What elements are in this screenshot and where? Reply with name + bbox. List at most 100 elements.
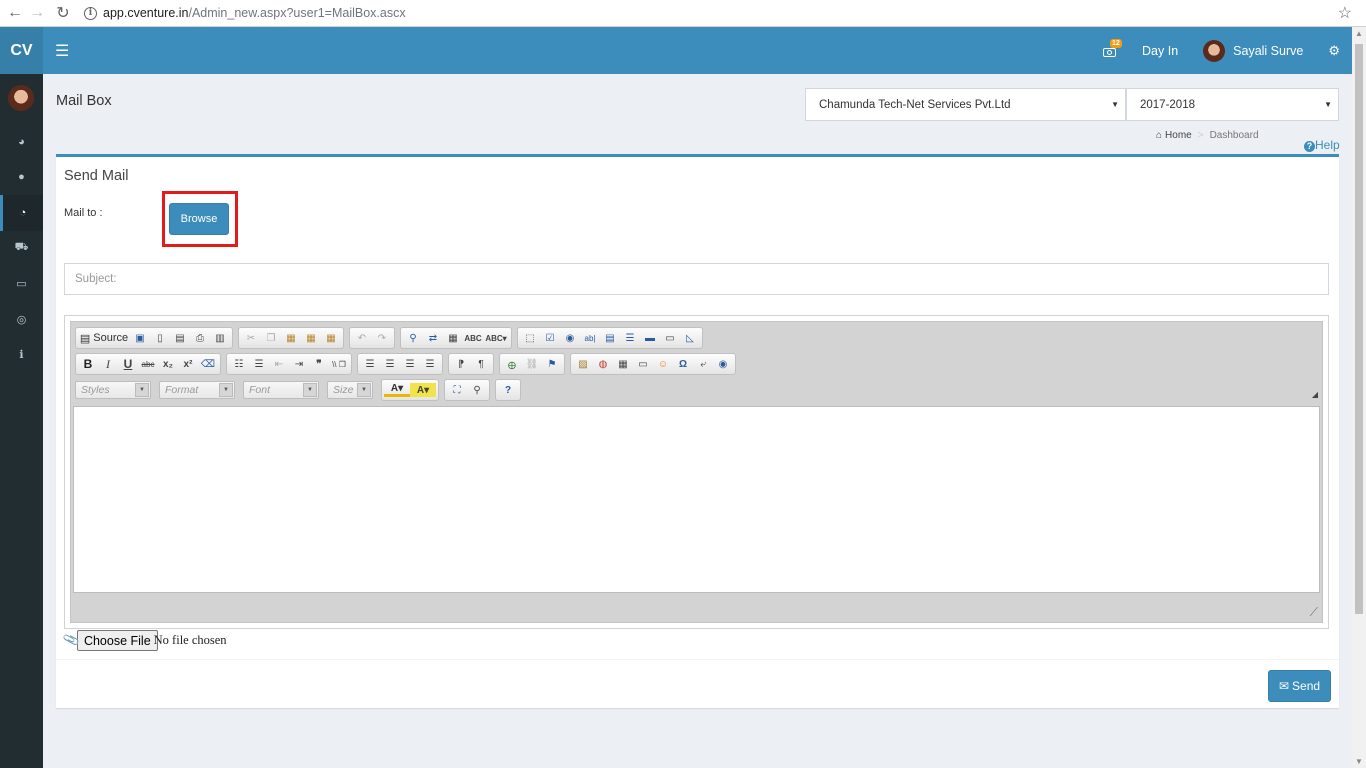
scroll-up-icon[interactable]: ▲ <box>1355 29 1363 38</box>
help-link[interactable]: ? Help <box>1304 138 1340 152</box>
paste-text-icon[interactable]: ▦ <box>301 329 321 347</box>
replace-icon[interactable]: ⇄ <box>423 329 443 347</box>
textfield-icon[interactable]: ab| <box>580 329 600 347</box>
justify-icon[interactable]: ☰ <box>420 355 440 373</box>
find-icon[interactable]: ⚲ <box>403 329 423 347</box>
bulleted-list-icon[interactable]: ☰ <box>249 355 269 373</box>
reload-icon[interactable]: ↻ <box>52 2 74 24</box>
styles-combo[interactable]: Styles ▼ <box>75 381 151 399</box>
collapse-toolbar-icon[interactable]: ◢ <box>1312 390 1318 399</box>
back-arrow-icon[interactable]: ← <box>4 2 26 24</box>
image-button-icon[interactable]: ▭ <box>660 329 680 347</box>
new-page-icon[interactable]: ▯ <box>150 329 170 347</box>
redo-icon[interactable]: ↷ <box>372 329 392 347</box>
company-select[interactable]: Chamunda Tech-Net Services Pvt.Ltd ▼ <box>805 88 1126 121</box>
rtl-icon[interactable]: ¶ <box>471 355 491 373</box>
templates-icon[interactable]: ▥ <box>210 329 230 347</box>
checkbox-icon[interactable]: ☑ <box>540 329 560 347</box>
credit-card-icon[interactable]: ▭ <box>0 266 43 302</box>
iframe-globe-icon[interactable]: ◉ <box>713 355 733 373</box>
maximize-icon[interactable]: ⛶ <box>447 381 467 399</box>
user-name[interactable]: Sayali Surve <box>1233 44 1303 58</box>
about-help-icon[interactable]: ? <box>498 381 518 399</box>
paste-word-icon[interactable]: ▦ <box>321 329 341 347</box>
day-in-link[interactable]: Day In <box>1142 44 1178 58</box>
support-icon[interactable]: ◎ <box>0 302 43 338</box>
info-icon[interactable]: ℹ <box>0 337 43 373</box>
spellcheck-icon[interactable]: ABC <box>463 329 483 347</box>
smiley-icon[interactable]: ☺ <box>653 355 673 373</box>
image-icon[interactable]: ▨ <box>573 355 593 373</box>
resize-handle-icon[interactable]: ⟋ <box>1310 605 1318 620</box>
undo-icon[interactable]: ↶ <box>352 329 372 347</box>
site-info-icon[interactable]: i <box>84 6 97 20</box>
subject-input[interactable] <box>64 263 1329 295</box>
print-icon[interactable]: ⎙ <box>190 329 210 347</box>
select-field-icon[interactable]: ☰ <box>620 329 640 347</box>
underline-icon[interactable]: U <box>118 355 138 373</box>
send-button[interactable]: ✉ Send <box>1268 670 1331 702</box>
pie-chart-icon[interactable]: ◔ <box>0 195 43 231</box>
browse-button[interactable]: Browse <box>169 203 229 235</box>
textarea-icon[interactable]: ▤ <box>600 329 620 347</box>
copy-icon[interactable]: ❐ <box>261 329 281 347</box>
table-icon[interactable]: ▦ <box>613 355 633 373</box>
horizontal-line-icon[interactable]: ▭ <box>633 355 653 373</box>
cart-icon[interactable]: ⛟ <box>0 231 43 267</box>
cut-icon[interactable]: ✂ <box>241 329 261 347</box>
link-icon[interactable]: 🜨 <box>502 355 522 373</box>
choose-file-button[interactable]: Choose File <box>76 630 158 651</box>
address-bar[interactable]: i app.cventure.in/Admin_new.aspx?user1=M… <box>80 2 1338 24</box>
forward-arrow-icon[interactable]: → <box>26 2 48 24</box>
blockquote-icon[interactable]: ❞ <box>309 355 329 373</box>
indent-icon[interactable]: ⇥ <box>289 355 309 373</box>
user-icon[interactable]: ● <box>0 160 43 196</box>
subscript-icon[interactable]: x₂ <box>158 355 178 373</box>
strikethrough-icon[interactable]: abc <box>138 355 158 373</box>
app-logo[interactable]: CV <box>0 27 43 74</box>
radio-icon[interactable]: ◉ <box>560 329 580 347</box>
breadcrumb-home[interactable]: Home <box>1165 130 1192 141</box>
dashboard-icon[interactable]: ◕ <box>0 124 43 160</box>
font-combo[interactable]: Font ▼ <box>243 381 319 399</box>
button-field-icon[interactable]: ▬ <box>640 329 660 347</box>
scroll-down-icon[interactable]: ▼ <box>1355 757 1363 766</box>
align-left-icon[interactable]: ☰ <box>360 355 380 373</box>
menu-toggle-icon[interactable]: ☰ <box>55 41 69 61</box>
flash-icon[interactable]: ◍ <box>593 355 613 373</box>
show-blocks-icon[interactable]: ⚲ <box>467 381 487 399</box>
italic-icon[interactable]: I <box>98 355 118 373</box>
page-break-icon[interactable]: ⤶ <box>693 355 713 373</box>
select-all-icon[interactable]: ▦ <box>443 329 463 347</box>
text-color-icon[interactable]: A▾ <box>384 383 410 397</box>
year-select[interactable]: 2017-2018 ▼ <box>1126 88 1339 121</box>
superscript-icon[interactable]: x² <box>178 355 198 373</box>
preview-icon[interactable]: ▤ <box>170 329 190 347</box>
user-avatar[interactable] <box>1203 39 1226 62</box>
paste-icon[interactable]: ▦ <box>281 329 301 347</box>
bold-icon[interactable]: B <box>78 355 98 373</box>
save-icon[interactable]: ▣ <box>130 329 150 347</box>
special-char-omega-icon[interactable]: Ω <box>673 355 693 373</box>
format-combo[interactable]: Format ▼ <box>159 381 235 399</box>
bookmark-star-icon[interactable]: ☆ <box>1338 3 1352 23</box>
page-scrollbar[interactable]: ▲ ▼ <box>1352 27 1366 768</box>
scrollbar-thumb[interactable] <box>1355 44 1363 614</box>
anchor-flag-icon[interactable]: ⚑ <box>542 355 562 373</box>
ltr-icon[interactable]: ⁋ <box>451 355 471 373</box>
background-color-icon[interactable]: A▾ <box>410 383 436 397</box>
align-center-icon[interactable]: ☰ <box>380 355 400 373</box>
remove-format-icon[interactable]: ⌫ <box>198 355 218 373</box>
editor-content-area[interactable] <box>73 406 1320 593</box>
numbered-list-icon[interactable]: ☷ <box>229 355 249 373</box>
hidden-field-icon[interactable]: ◺ <box>680 329 700 347</box>
source-button[interactable]: ▤ Source <box>78 329 130 347</box>
size-combo[interactable]: Size ▼ <box>327 381 373 399</box>
spellcheck-dropdown-icon[interactable]: ABC▾ <box>483 329 509 347</box>
unlink-icon[interactable]: ⛓ <box>522 355 542 373</box>
form-icon[interactable]: ⬚ <box>520 329 540 347</box>
div-container-icon[interactable]: \\ ❐ <box>329 355 349 373</box>
notification-camera-icon[interactable]: 12 <box>1103 38 1122 57</box>
align-right-icon[interactable]: ☰ <box>400 355 420 373</box>
outdent-icon[interactable]: ⇤ <box>269 355 289 373</box>
